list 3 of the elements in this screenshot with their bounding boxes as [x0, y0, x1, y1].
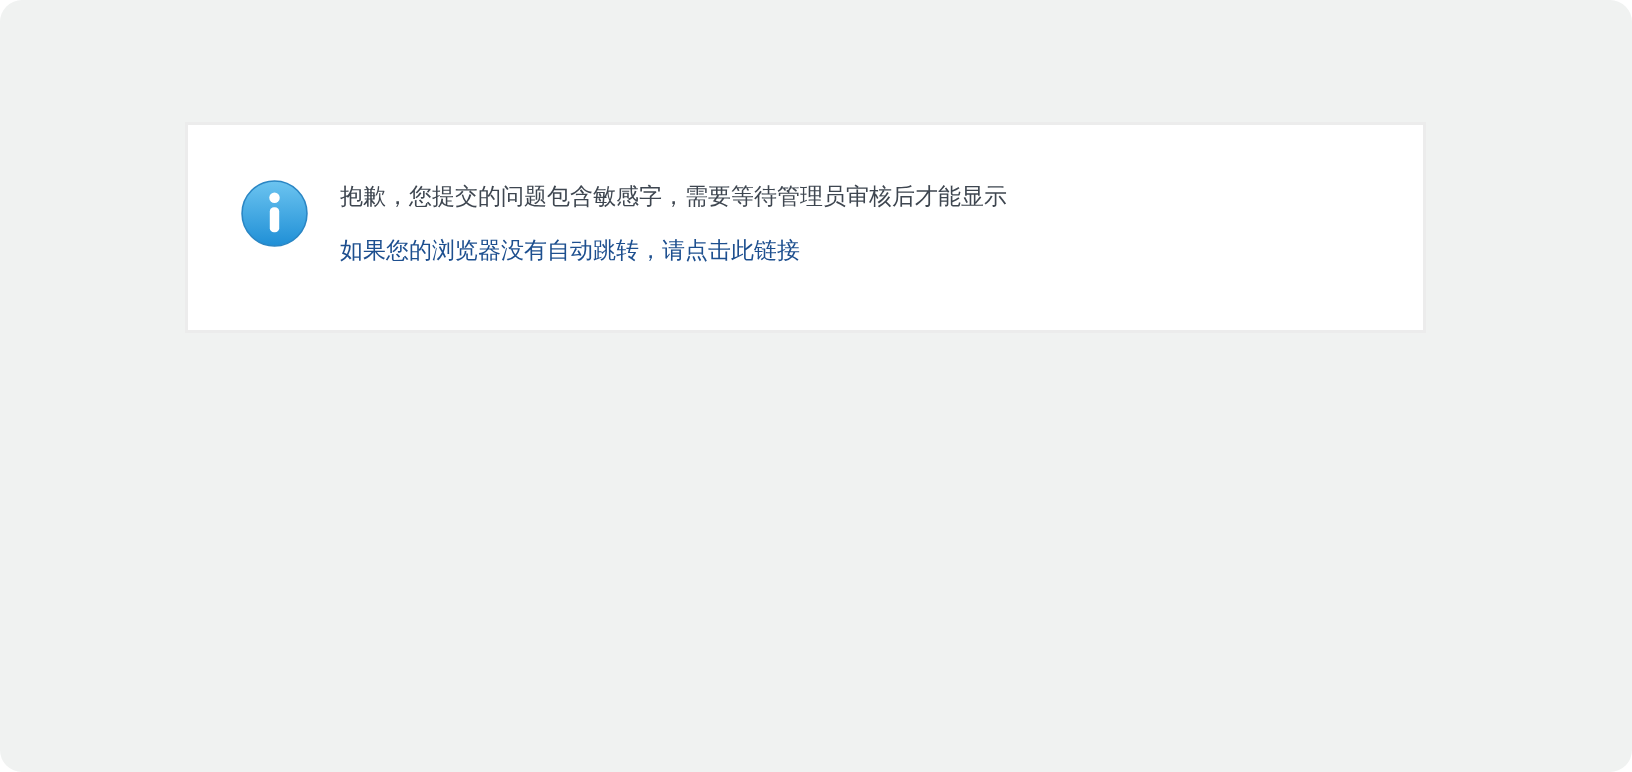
info-icon — [241, 180, 308, 247]
redirect-link[interactable]: 如果您的浏览器没有自动跳转，请点击此链接 — [340, 234, 800, 266]
notice-message: 抱歉，您提交的问题包含敏感字，需要等待管理员审核后才能显示 — [340, 182, 1007, 211]
